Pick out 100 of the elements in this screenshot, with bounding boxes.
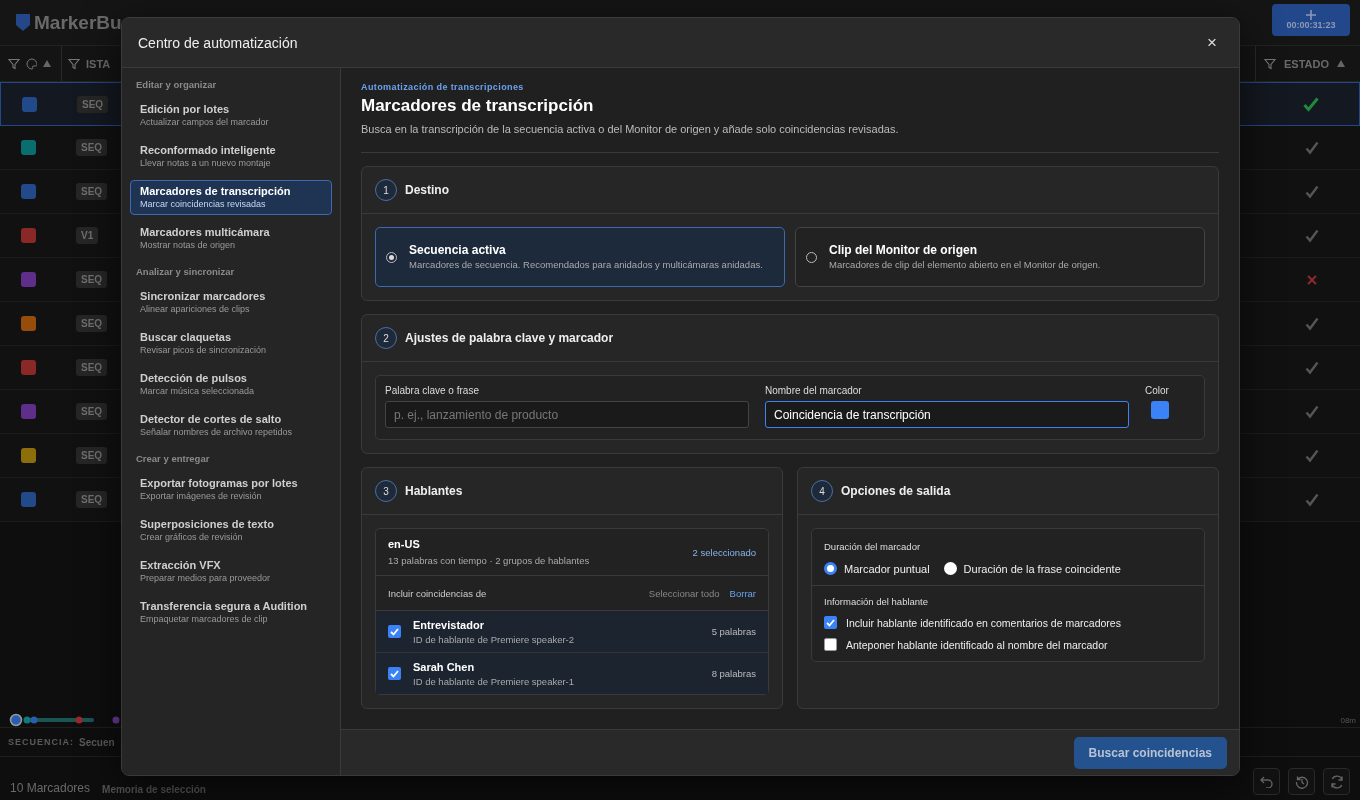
sidebar-item[interactable]: Sincronizar marcadores Alinear apariciones de clips	[130, 285, 332, 320]
sidebar-group-label: Editar y organizar	[135, 78, 218, 92]
sort-ascending-icon[interactable]	[43, 60, 51, 67]
history-button[interactable]	[1288, 768, 1315, 795]
page-heading: Marcadores de transcripción	[361, 96, 595, 116]
radio-button[interactable]	[943, 562, 957, 575]
radio-label: Marcador puntual	[844, 562, 930, 575]
marker-name-field[interactable]: Coincidencia de transcripción	[765, 401, 1129, 428]
step-number: 1	[375, 179, 397, 201]
checkbox[interactable]	[824, 616, 837, 629]
shield-logo-icon	[16, 14, 30, 31]
selection-memory-label: Memoria de selección	[102, 784, 206, 795]
sequence-name: Secuen	[79, 736, 115, 748]
track-badge: V1	[76, 227, 99, 244]
track-badge: SEQ	[76, 271, 108, 288]
word-count: 8 palabras	[711, 668, 756, 679]
speaker-id: ID de hablante de Premiere speaker-1	[413, 675, 575, 687]
app-logo: MarkerBu	[34, 11, 122, 34]
sort-ascending-icon[interactable]	[1337, 60, 1346, 67]
sidebar-item[interactable]: Edición por lotes Actualizar campos del marcador	[130, 98, 332, 133]
radio-label: Duración de la frase coincidente	[963, 562, 1121, 575]
cross-icon	[1307, 274, 1317, 285]
track-badge: SEQ	[76, 139, 108, 156]
marker-count: 10 Marcadores	[10, 781, 91, 795]
sidebar-group-label: Crear y entregar	[135, 452, 211, 466]
close-button[interactable]: ×	[1205, 32, 1219, 53]
card-title: Opciones de salida	[841, 484, 951, 498]
sidebar-item[interactable]: Transferencia segura a Audition Empaquetar marcadores de clip	[130, 595, 332, 630]
color-picker[interactable]	[1151, 401, 1169, 419]
sidebar-item[interactable]: Marcadores de transcripción Marcar coincidencias revisadas	[130, 180, 332, 215]
step-number: 4	[811, 480, 833, 502]
check-icon	[1305, 360, 1319, 375]
field-label: Palabra clave o frase	[385, 385, 480, 396]
check-icon	[1303, 96, 1319, 112]
selected-count: 2 seleccionado	[692, 546, 756, 558]
check-icon	[1305, 184, 1319, 199]
track-badge: SEQ	[77, 95, 109, 113]
sidebar-item[interactable]: Exportar fotogramas por lotes Exportar imágenes de revisión	[130, 472, 332, 507]
check-icon	[1305, 316, 1319, 331]
dialog-title: Centro de automatización	[138, 34, 298, 51]
radio-button[interactable]	[824, 562, 837, 575]
track-badge: SEQ	[76, 183, 108, 200]
check-icon	[1305, 140, 1319, 155]
filter-icon[interactable]	[8, 57, 20, 70]
card-title: Hablantes	[405, 484, 463, 498]
history-icon	[1294, 774, 1309, 789]
check-icon	[1305, 228, 1319, 243]
undo-icon	[1260, 775, 1273, 788]
undo-button[interactable]	[1253, 768, 1280, 795]
checkbox-label: Incluir hablante identificado en comentarios de marcadores	[846, 616, 1121, 629]
sidebar-item[interactable]: Detector de cortes de salto Señalar nombres de archivo repetidos	[130, 408, 332, 443]
sidebar-item[interactable]: Extracción VFX Preparar medios para proveedor	[130, 554, 332, 589]
select-all-link[interactable]: Seleccionar todo	[648, 587, 720, 599]
clear-link[interactable]: Borrar	[729, 587, 756, 599]
filter-icon[interactable]	[68, 57, 80, 70]
check-icon	[1305, 448, 1319, 463]
step-number: 2	[375, 327, 397, 349]
destination-option[interactable]: Clip del Monitor de origen Marcadores de clip del elemento abierto en el Monitor de origen.	[795, 227, 1205, 287]
step-number: 3	[375, 480, 397, 502]
refresh-button[interactable]	[1323, 768, 1350, 795]
field-label: Nombre del marcador	[765, 385, 863, 396]
card-title: Ajustes de palabra clave y marcador	[405, 331, 614, 345]
track-badge: SEQ	[76, 403, 108, 420]
keyword-field[interactable]: p. ej., lanzamiento de producto	[385, 401, 749, 428]
sidebar-item[interactable]: Marcadores multicámara Mostrar notas de origen	[130, 221, 332, 256]
checkbox[interactable]	[388, 667, 401, 680]
group-label: Duración del marcador	[824, 541, 922, 552]
checkbox[interactable]	[824, 638, 837, 651]
plus-icon	[1306, 9, 1316, 20]
track-badge: SEQ	[76, 447, 108, 464]
filter-icon[interactable]	[1264, 57, 1276, 70]
destination-option[interactable]: Secuencia activa Marcadores de secuencia. Recomendados para anidados y multicámaras anidadas.	[375, 227, 785, 287]
speaker-id: ID de hablante de Premiere speaker-2	[413, 633, 575, 645]
section-eyebrow: Automatización de transcripciones	[361, 82, 525, 92]
speaker-name: Entrevistador	[413, 618, 485, 631]
speaker-name: Sarah Chen	[413, 660, 476, 673]
palette-icon[interactable]	[26, 57, 37, 70]
page-description: Busca en la transcripción de la secuencia activa o del Monitor de origen y añade solo coincidencias revisadas.	[361, 123, 1219, 153]
group-label: Información del hablante	[824, 596, 930, 607]
check-icon	[1305, 404, 1319, 419]
track-badge: SEQ	[76, 491, 108, 508]
word-count: 5 palabras	[711, 626, 756, 637]
track-badge: SEQ	[76, 359, 108, 376]
checkbox-label: Anteponer hablante identificado al nombre del marcador	[846, 638, 1108, 651]
sidebar-item[interactable]: Reconformado inteligente Llevar notas a un nuevo montaje	[130, 139, 332, 174]
checkbox[interactable]	[388, 625, 401, 638]
sidebar-item[interactable]: Detección de pulsos Marcar música seleccionada	[130, 367, 332, 402]
search-matches-button[interactable]: Buscar coincidencias	[1073, 736, 1227, 769]
refresh-icon	[1329, 774, 1344, 789]
card-title: Destino	[405, 183, 449, 197]
track-badge: SEQ	[76, 315, 108, 332]
include-label: Incluir coincidencias de	[388, 587, 488, 599]
field-label: Color	[1145, 385, 1170, 396]
sidebar-item[interactable]: Buscar claquetas Revisar picos de sincronización	[130, 326, 332, 361]
sidebar-item[interactable]: Superposiciones de texto Crear gráficos de revisión	[130, 513, 332, 548]
sidebar-group-label: Analizar y sincronizar	[135, 265, 236, 279]
speaker-summary: 13 palabras con tiempo · 2 grupos de hablantes	[388, 555, 590, 566]
sequence-label: SECUENCIA:	[8, 737, 74, 747]
check-icon	[1305, 492, 1319, 507]
language-label: en-US	[388, 538, 421, 550]
